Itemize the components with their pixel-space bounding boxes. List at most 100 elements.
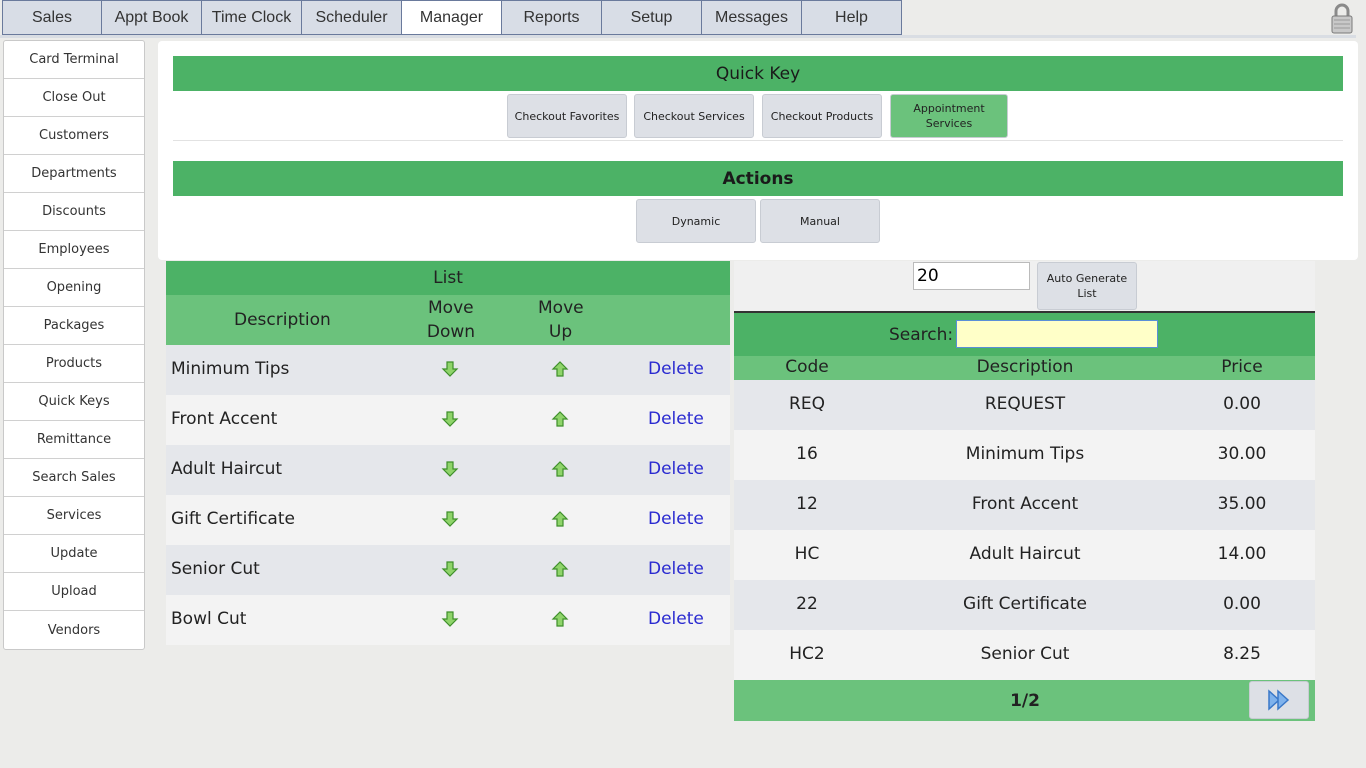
arrow-down-icon[interactable] xyxy=(441,360,459,378)
result-code: HC xyxy=(794,544,820,564)
next-page-button[interactable] xyxy=(1249,681,1309,719)
result-row[interactable]: HC2 Senior Cut 8.25 xyxy=(734,630,1315,680)
list-row-description: Gift Certificate xyxy=(171,509,295,529)
description-column-header: Description xyxy=(976,357,1074,377)
tab-time-clock[interactable]: Time Clock xyxy=(202,0,302,35)
arrow-up-icon[interactable] xyxy=(551,360,569,378)
arrow-up-icon[interactable] xyxy=(551,510,569,528)
service-search-panel: Auto Generate List Search: Code Descript… xyxy=(734,261,1315,721)
result-description: Front Accent xyxy=(971,494,1079,514)
lock-icon[interactable] xyxy=(1330,2,1354,34)
result-code: 22 xyxy=(796,594,818,614)
arrow-down-icon[interactable] xyxy=(441,410,459,428)
search-input[interactable] xyxy=(956,320,1158,348)
sidebar-item-vendors[interactable]: Vendors xyxy=(4,611,144,649)
appointment-services-button[interactable]: Appointment Services xyxy=(890,94,1008,138)
sidebar-item-packages[interactable]: Packages xyxy=(4,307,144,345)
sidebar-item-employees[interactable]: Employees xyxy=(4,231,144,269)
delete-link[interactable]: Delete xyxy=(648,609,704,629)
sidebar-item-card-terminal[interactable]: Card Terminal xyxy=(4,41,144,79)
list-body: Minimum Tips Delete Front Accent Delete Adul… xyxy=(166,345,730,645)
list-row: Senior Cut Delete xyxy=(166,545,730,595)
checkout-services-button[interactable]: Checkout Services xyxy=(634,94,754,138)
sidebar-item-search-sales[interactable]: Search Sales xyxy=(4,459,144,497)
tab-help[interactable]: Help xyxy=(802,0,902,35)
description-column-header: Description xyxy=(234,310,331,330)
move-up-header-line2: Up xyxy=(548,322,573,342)
result-price: 35.00 xyxy=(1217,494,1267,514)
arrow-up-icon[interactable] xyxy=(551,460,569,478)
result-row[interactable]: 16 Minimum Tips 30.00 xyxy=(734,430,1315,480)
result-code: 16 xyxy=(796,444,818,464)
list-row: Front Accent Delete xyxy=(166,395,730,445)
result-row[interactable]: HC Adult Haircut 14.00 xyxy=(734,530,1315,580)
move-down-header-line1: Move xyxy=(428,298,474,318)
results-body: REQ REQUEST 0.00 16 Minimum Tips 30.00 12 Front… xyxy=(734,380,1315,680)
list-row: Bowl Cut Delete xyxy=(166,595,730,645)
list-row-description: Senior Cut xyxy=(171,559,260,579)
result-description: Gift Certificate xyxy=(963,594,1087,614)
result-row[interactable]: 12 Front Accent 35.00 xyxy=(734,480,1315,530)
dynamic-button[interactable]: Dynamic xyxy=(636,199,756,243)
move-down-header-line2: Down xyxy=(426,322,476,342)
arrow-up-icon[interactable] xyxy=(551,560,569,578)
sidebar-item-services[interactable]: Services xyxy=(4,497,144,535)
sidebar-item-departments[interactable]: Departments xyxy=(4,155,144,193)
tab-manager[interactable]: Manager xyxy=(402,0,502,35)
arrow-down-icon[interactable] xyxy=(441,560,459,578)
sidebar-item-update[interactable]: Update xyxy=(4,535,144,573)
checkout-favorites-button[interactable]: Checkout Favorites xyxy=(507,94,627,138)
list-row-description: Minimum Tips xyxy=(171,359,290,379)
result-description: Senior Cut xyxy=(980,644,1070,664)
search-label: Search: xyxy=(889,325,954,345)
sidebar-item-upload[interactable]: Upload xyxy=(4,573,144,611)
auto-generate-list-button[interactable]: Auto Generate List xyxy=(1037,262,1137,310)
top-tab-underline xyxy=(0,35,1356,38)
tab-setup[interactable]: Setup xyxy=(602,0,702,35)
sidebar-item-remittance[interactable]: Remittance xyxy=(4,421,144,459)
list-row: Gift Certificate Delete xyxy=(166,495,730,545)
tab-appt-book[interactable]: Appt Book xyxy=(102,0,202,35)
list-header-row: Description Move Down Move Up xyxy=(166,295,730,345)
pagination-bar: 1/2 xyxy=(734,680,1315,721)
list-row-description: Bowl Cut xyxy=(171,609,247,629)
double-chevron-right-icon xyxy=(1268,689,1290,711)
arrow-down-icon[interactable] xyxy=(441,460,459,478)
delete-link[interactable]: Delete xyxy=(648,359,704,379)
result-row[interactable]: 22 Gift Certificate 0.00 xyxy=(734,580,1315,630)
arrow-down-icon[interactable] xyxy=(441,510,459,528)
result-code: REQ xyxy=(789,394,825,414)
tab-reports[interactable]: Reports xyxy=(502,0,602,35)
tab-sales[interactable]: Sales xyxy=(2,0,102,35)
checkout-products-button[interactable]: Checkout Products xyxy=(762,94,882,138)
arrow-up-icon[interactable] xyxy=(551,610,569,628)
sidebar-item-opening[interactable]: Opening xyxy=(4,269,144,307)
sidebar-item-products[interactable]: Products xyxy=(4,345,144,383)
result-row[interactable]: REQ REQUEST 0.00 xyxy=(734,380,1315,430)
manual-button[interactable]: Manual xyxy=(760,199,880,243)
delete-link[interactable]: Delete xyxy=(648,559,704,579)
result-price: 0.00 xyxy=(1223,394,1261,414)
price-column-header: Price xyxy=(1221,357,1263,377)
results-header-row: Code Description Price xyxy=(734,356,1315,380)
tab-scheduler[interactable]: Scheduler xyxy=(302,0,402,35)
search-bar: Search: xyxy=(734,313,1315,356)
list-row-description: Adult Haircut xyxy=(171,459,283,479)
delete-link[interactable]: Delete xyxy=(648,409,704,429)
quick-key-title: Quick Key xyxy=(173,56,1343,91)
arrow-down-icon[interactable] xyxy=(441,610,459,628)
result-price: 14.00 xyxy=(1217,544,1267,564)
arrow-up-icon[interactable] xyxy=(551,410,569,428)
delete-link[interactable]: Delete xyxy=(648,509,704,529)
sidebar-item-close-out[interactable]: Close Out xyxy=(4,79,144,117)
list-count-input[interactable] xyxy=(913,262,1030,290)
result-code: HC2 xyxy=(789,644,825,664)
sidebar-item-discounts[interactable]: Discounts xyxy=(4,193,144,231)
list-row: Adult Haircut Delete xyxy=(166,445,730,495)
auto-generate-area: Auto Generate List xyxy=(734,261,1315,313)
sidebar-item-quick-keys[interactable]: Quick Keys xyxy=(4,383,144,421)
sidebar-item-customers[interactable]: Customers xyxy=(4,117,144,155)
tab-messages[interactable]: Messages xyxy=(702,0,802,35)
result-description: Minimum Tips xyxy=(965,444,1085,464)
delete-link[interactable]: Delete xyxy=(648,459,704,479)
